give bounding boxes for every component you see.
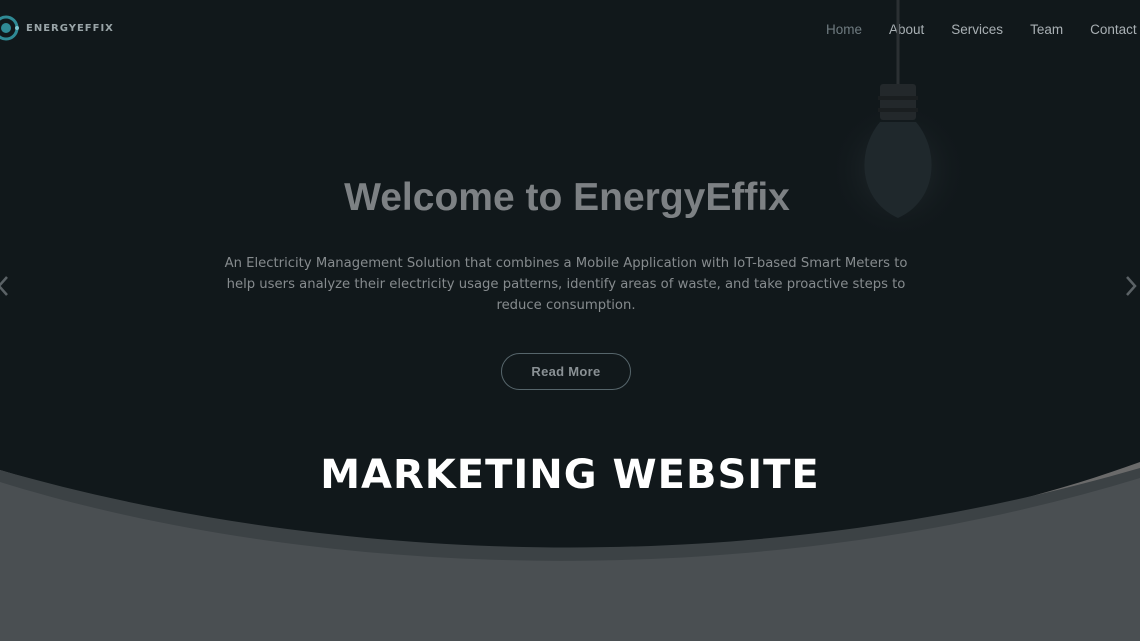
hero-title: Welcome to EnergyEffix: [344, 176, 790, 219]
chevron-right-icon[interactable]: [1124, 274, 1138, 298]
chevron-left-icon[interactable]: [0, 274, 10, 298]
overlay-caption: MARKETING WEBSITE: [320, 452, 820, 498]
hero-description: An Electricity Management Solution that …: [224, 256, 908, 313]
brand-logo[interactable]: ENERGYEFFIX: [0, 14, 114, 42]
read-more-button[interactable]: Read More: [501, 353, 631, 390]
energyeffix-logo-icon: [0, 15, 19, 41]
brand-name: ENERGYEFFIX: [26, 22, 114, 34]
nav-item-contact[interactable]: Contact Us: [1090, 22, 1140, 37]
nav-item-team[interactable]: Team: [1030, 22, 1063, 37]
page: ENERGYEFFIX Home About Services Team Con…: [0, 0, 1140, 641]
